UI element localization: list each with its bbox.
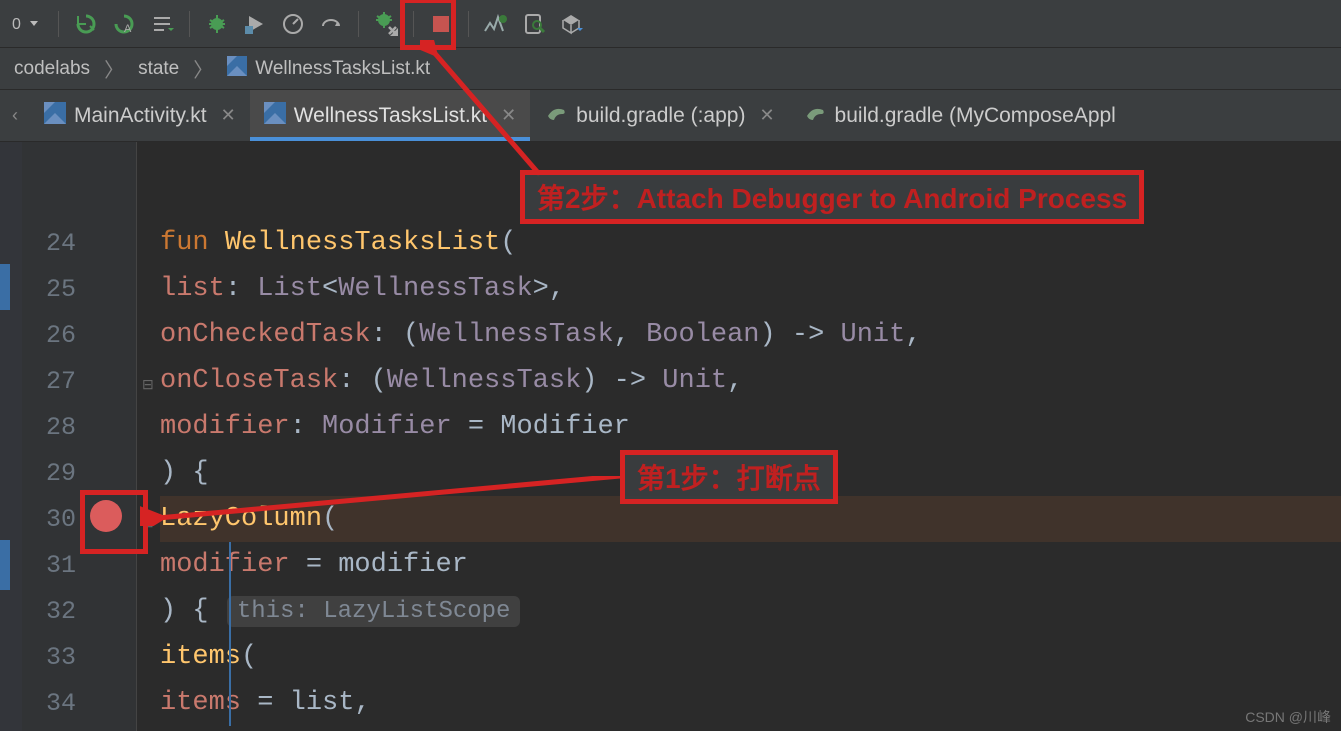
fold-gutter: ⊟ ⊟ <box>136 142 160 731</box>
run-with-coverage-icon[interactable] <box>69 7 103 41</box>
breakpoint-marker[interactable] <box>90 500 122 532</box>
close-icon[interactable]: ✕ <box>501 105 516 126</box>
editor-tabs: ‹ MainActivity.kt ✕ WellnessTasksList.kt… <box>0 90 1341 142</box>
gradle-icon <box>803 102 827 130</box>
indent-guide <box>229 588 231 634</box>
tab-scroll-left[interactable]: ‹ <box>0 90 30 141</box>
vcs-change-marker <box>0 264 10 310</box>
indent-guide <box>229 680 231 726</box>
code-line: items( <box>160 634 1341 680</box>
breadcrumb-item[interactable]: state <box>138 58 179 80</box>
editor-area: 24 25 26 27 28 29 30 31 32 33 34 ⊟ ⊟ fun… <box>0 142 1341 731</box>
annotation-step2: 第2步：Attach Debugger to Android Process <box>520 170 1144 224</box>
app-inspection-icon[interactable] <box>517 7 551 41</box>
watermark: CSDN @川峰 <box>1245 707 1331 727</box>
lineno: 32 <box>22 588 82 634</box>
marker-gutter <box>0 142 22 731</box>
indent-guide <box>229 542 231 588</box>
dropdown-closed[interactable]: 0 <box>8 13 48 35</box>
code-line: list: List<WellnessTask>, <box>160 266 1341 312</box>
close-icon[interactable]: ✕ <box>221 105 236 126</box>
kotlin-file-icon <box>227 56 247 82</box>
code-content[interactable]: fun WellnessTasksList( list: List<Wellne… <box>160 142 1341 731</box>
annotation-step1: 第1步：打断点 <box>620 450 838 504</box>
attach-debugger-icon[interactable] <box>369 7 403 41</box>
lineno: 29 <box>22 450 82 496</box>
lineno: 34 <box>22 680 82 726</box>
code-line: items = list, <box>160 680 1341 726</box>
breadcrumb-item[interactable]: codelabs <box>14 58 90 80</box>
separator <box>58 11 59 37</box>
gradle-icon <box>544 102 568 130</box>
step-over-icon[interactable] <box>314 7 348 41</box>
toolbar: 0 A <box>0 0 1341 48</box>
chevron-right-icon: 〉 <box>104 54 124 83</box>
tab-label: MainActivity.kt <box>74 104 207 128</box>
profile-icon[interactable] <box>276 7 310 41</box>
code-line: fun WellnessTasksList( <box>160 220 1341 266</box>
lineno: 33 <box>22 634 82 680</box>
rerun-icon[interactable]: A <box>107 7 141 41</box>
sdk-icon[interactable] <box>555 7 589 41</box>
breakpoint-gutter[interactable] <box>82 142 136 731</box>
separator <box>189 11 190 37</box>
code-line: modifier = modifier <box>160 542 1341 588</box>
breadcrumb-file[interactable]: WellnessTasksList.kt <box>255 58 430 80</box>
chevron-right-icon: 〉 <box>193 54 213 83</box>
svg-text:0: 0 <box>12 16 21 33</box>
line-number-gutter[interactable]: 24 25 26 27 28 29 30 31 32 33 34 <box>22 142 82 731</box>
list-icon[interactable] <box>145 7 179 41</box>
separator <box>358 11 359 37</box>
close-icon[interactable]: ✕ <box>759 105 774 126</box>
code-line: onCloseTask: (WellnessTask) -> Unit, <box>160 358 1341 404</box>
tab-build-gradle-app[interactable]: build.gradle (:app) ✕ <box>530 90 788 141</box>
lineno: 27 <box>22 358 82 404</box>
tab-label: WellnessTasksList.kt <box>294 104 487 128</box>
code-line: ) { this: LazyListScope <box>160 588 1341 634</box>
code-line: onCheckedTask: (WellnessTask, Boolean) -… <box>160 312 1341 358</box>
debug-icon[interactable] <box>200 7 234 41</box>
profiler-icon[interactable] <box>479 7 513 41</box>
run-coverage-icon[interactable] <box>238 7 272 41</box>
separator <box>468 11 469 37</box>
svg-text:A: A <box>124 23 132 35</box>
breadcrumb-bar: codelabs 〉 state 〉 WellnessTasksList.kt <box>0 48 1341 90</box>
indent-guide <box>229 634 231 680</box>
lineno: 28 <box>22 404 82 450</box>
inlay-hint: this: LazyListScope <box>227 596 521 627</box>
separator <box>413 11 414 37</box>
lineno: 31 <box>22 542 82 588</box>
lineno: 24 <box>22 220 82 266</box>
tab-mainactivity[interactable]: MainActivity.kt ✕ <box>30 90 250 141</box>
tab-wellnesstaskslist[interactable]: WellnessTasksList.kt ✕ <box>250 90 530 141</box>
fold-toggle-icon[interactable]: ⊟ <box>142 376 156 390</box>
stop-icon[interactable] <box>424 7 458 41</box>
lineno: 25 <box>22 266 82 312</box>
lineno: 30 <box>22 496 82 542</box>
fold-toggle-icon[interactable]: ⊟ <box>142 514 156 528</box>
code-line: modifier: Modifier = Modifier <box>160 404 1341 450</box>
kotlin-file-icon <box>44 102 66 130</box>
tab-label: build.gradle (MyComposeAppl <box>835 104 1116 128</box>
lineno: 26 <box>22 312 82 358</box>
vcs-change-marker <box>0 540 10 590</box>
kotlin-file-icon <box>264 102 286 130</box>
tab-build-gradle-project[interactable]: build.gradle (MyComposeAppl <box>789 90 1130 141</box>
tab-label: build.gradle (:app) <box>576 104 745 128</box>
